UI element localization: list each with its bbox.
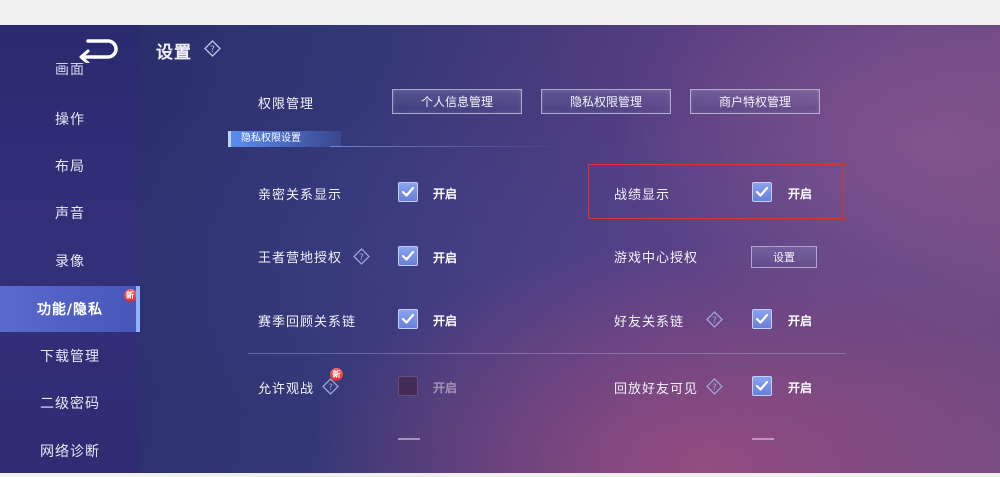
sidebar-item-network-diagnosis[interactable]: 网络诊断 [0,433,140,469]
season-review-checkbox[interactable] [398,309,418,329]
friend-relation-label: 好友关系链 [614,315,685,330]
allow-spectate-checkbox[interactable] [398,376,418,396]
allow-spectate-status: 开启 [433,381,458,395]
next-row-checkbox-edge [398,438,420,440]
season-review-status: 开启 [433,314,458,328]
friend-relation-checkbox[interactable] [752,309,772,329]
replay-friends-visible-status: 开启 [788,381,813,395]
page-title: 设置 [156,43,192,63]
svg-text:?: ? [712,316,717,326]
season-review-label: 赛季回顾关系链 [258,315,357,330]
battle-record-checkbox[interactable] [752,182,772,202]
game-center-settings-button[interactable]: 设置 [751,246,817,268]
row-divider [248,353,846,354]
question-diamond-icon[interactable]: ? [353,248,370,265]
battle-record-label: 战绩显示 [614,188,671,203]
sidebar-item-function-privacy[interactable]: 功能/隐私 新 [0,286,140,332]
question-diamond-icon[interactable]: ? [706,311,723,328]
sidebar-item-recording[interactable]: 录像 [0,243,140,279]
sidebar-item-controls[interactable]: 操作 [0,101,140,137]
camp-authorization-label: 王者营地授权 [258,251,343,266]
sidebar-item-label: 功能/隐私 [36,302,104,318]
section-header: 隐私权限设置 [228,131,341,147]
sidebar-item-layout[interactable]: 布局 [0,148,140,184]
sidebar-item-secondary-password[interactable]: 二级密码 [0,385,140,421]
section-divider [330,146,570,147]
sidebar-item-partial[interactable]: 画面 [0,63,140,79]
privacy-permission-management-button[interactable]: 隐私权限管理 [541,89,671,114]
question-diamond-icon[interactable]: ? [706,378,723,395]
sidebar-item-sound[interactable]: 声音 [0,195,140,231]
svg-text:?: ? [210,45,215,55]
battle-record-status: 开启 [788,187,813,201]
svg-text:?: ? [328,383,333,393]
sidebar-item-download-manager[interactable]: 下载管理 [0,338,140,374]
intimate-relationship-label: 亲密关系显示 [258,188,343,203]
camp-authorization-checkbox[interactable] [398,246,418,266]
allow-spectate-label: 允许观战 [258,382,315,397]
replay-friends-visible-label: 回放好友可见 [614,382,699,397]
new-badge: 新 [124,289,137,302]
new-badge: 新 [330,368,343,381]
friend-relation-status: 开启 [788,314,813,328]
check-icon [401,250,415,261]
intimate-relationship-checkbox[interactable] [398,182,418,202]
game-center-authorization-label: 游戏中心授权 [614,251,699,266]
svg-text:?: ? [359,253,364,263]
game-settings-window: 画面 操作 布局 声音 录像 功能/隐私 新 下载管理 二级密码 网络诊断 设置… [0,25,1000,473]
check-icon [755,186,769,197]
replay-friends-visible-checkbox[interactable] [752,376,772,396]
merchant-privilege-management-button[interactable]: 商户特权管理 [690,89,820,114]
settings-sidebar: 画面 操作 布局 声音 录像 功能/隐私 新 下载管理 二级密码 网络诊断 [0,25,140,473]
question-diamond-icon[interactable]: ? [204,40,221,57]
intimate-relationship-status: 开启 [433,187,458,201]
check-icon [755,380,769,391]
personal-info-management-button[interactable]: 个人信息管理 [392,89,522,114]
next-row-checkbox-edge [752,438,774,440]
check-icon [755,313,769,324]
svg-text:?: ? [712,383,717,393]
check-icon [401,313,415,324]
back-arrow-icon[interactable] [74,37,118,63]
permission-management-label: 权限管理 [258,97,315,112]
check-icon [401,186,415,197]
camp-authorization-status: 开启 [433,251,458,265]
